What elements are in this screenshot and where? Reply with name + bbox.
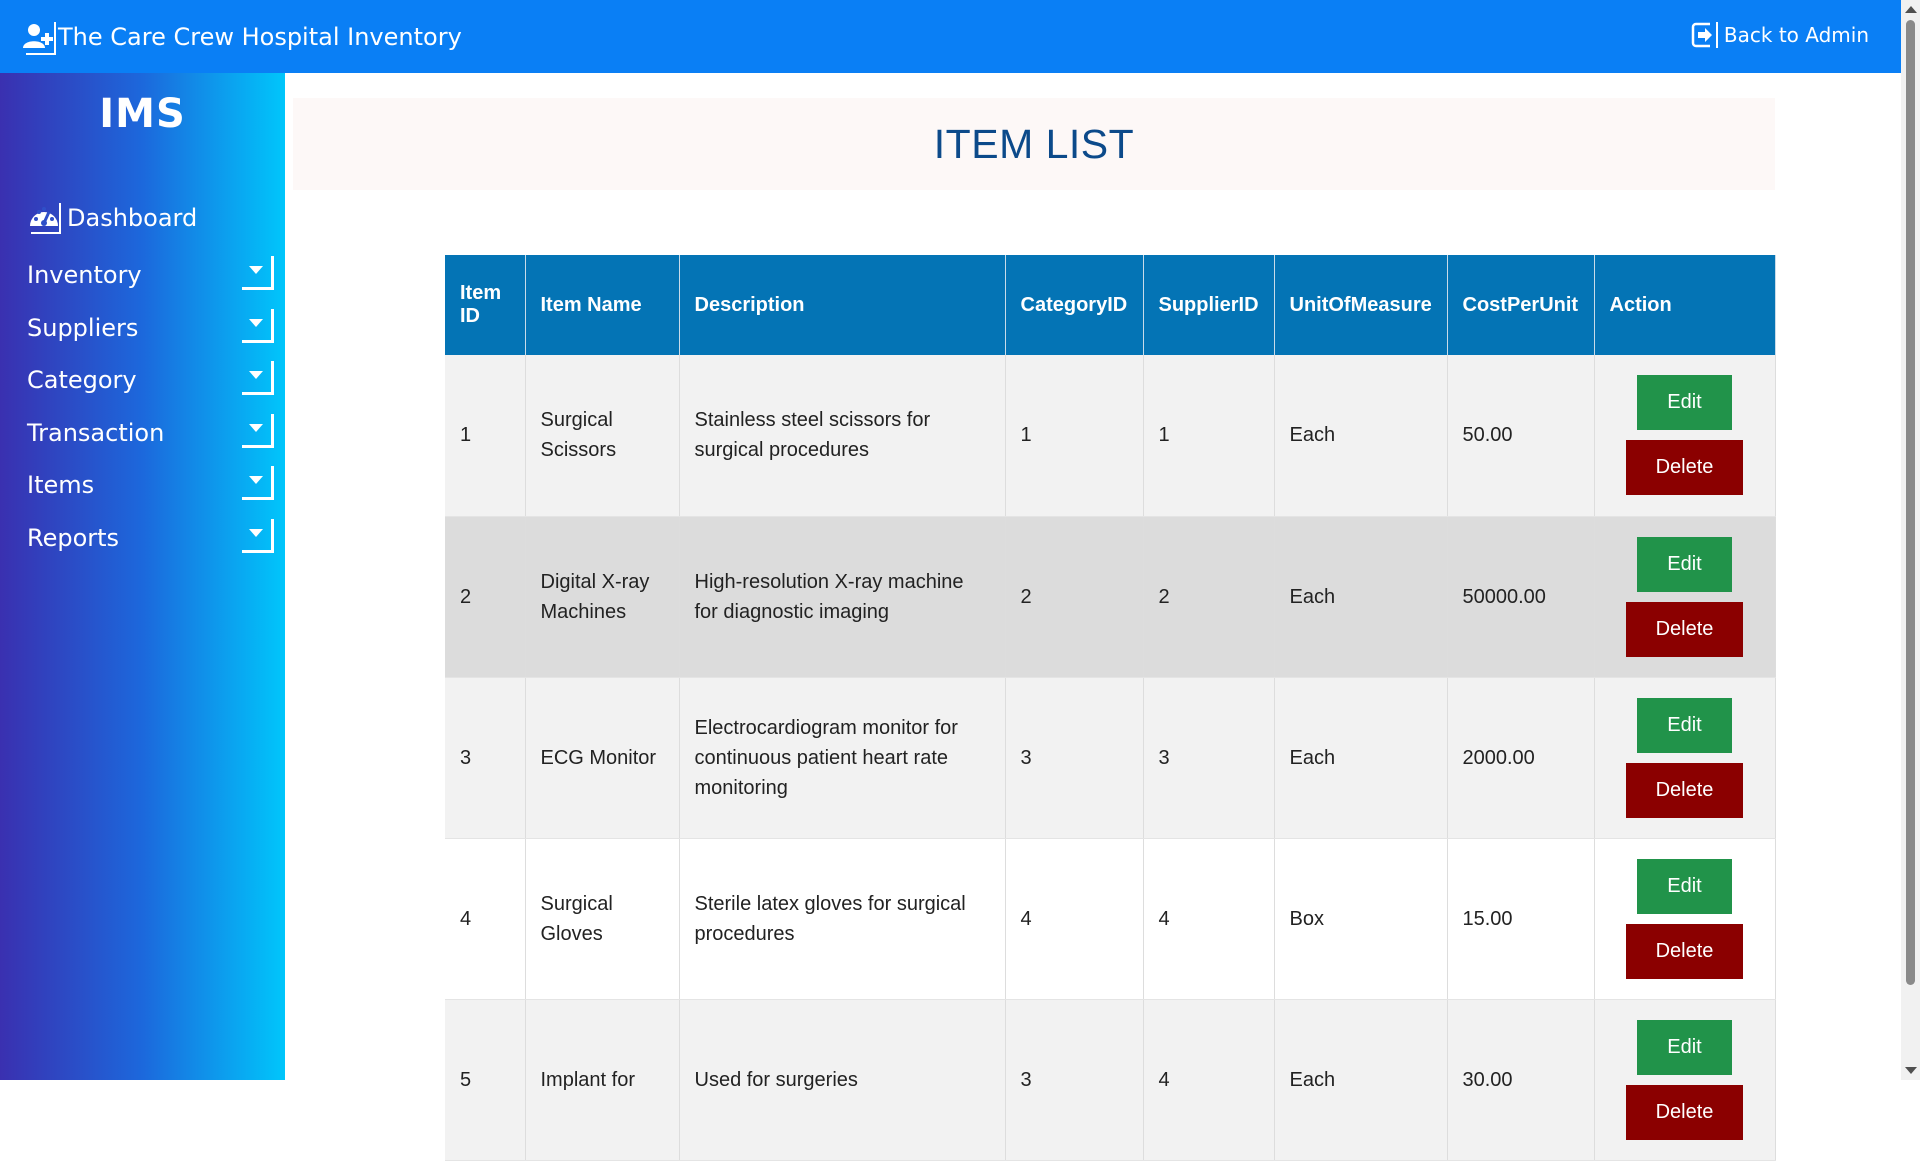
cell-category-id: 2	[1005, 516, 1144, 678]
table-row: 3 ECG Monitor Electrocardiogram monitor …	[445, 677, 1776, 839]
sidebar-item-inventory[interactable]: Inventory	[0, 249, 285, 302]
cell-unit: Box	[1274, 838, 1448, 1000]
brand[interactable]: The Care Crew Hospital Inventory	[20, 18, 462, 56]
cell-category-id: 1	[1005, 355, 1144, 517]
column-header-item-id[interactable]: Item ID	[445, 255, 526, 355]
page-title: ITEM LIST	[933, 121, 1135, 167]
edit-button[interactable]: Edit	[1637, 697, 1732, 753]
sidebar-item-label: Items	[27, 471, 95, 500]
sidebar-item-label: Category	[27, 366, 137, 395]
sidebar-item-category[interactable]: Category	[0, 354, 285, 407]
cell-action: Edit Delete	[1594, 838, 1776, 1000]
items-table: Item ID Item Name Description CategoryID…	[445, 255, 1776, 1161]
caret-down-icon[interactable]	[242, 361, 274, 395]
column-header-cost-per-unit[interactable]: CostPerUnit	[1447, 255, 1595, 355]
sidebar-logo: IMS	[99, 91, 186, 137]
cell-item-name: Surgical Gloves	[525, 838, 680, 1000]
cell-unit: Each	[1274, 516, 1448, 678]
caret-down-icon[interactable]	[242, 518, 274, 553]
scroll-down-arrow-icon[interactable]	[1905, 1067, 1917, 1074]
sidebar-item-label: Suppliers	[27, 313, 139, 342]
app-title: The Care Crew Hospital Inventory	[58, 23, 462, 51]
table-row: 2 Digital X-ray Machines High-resolution…	[445, 516, 1776, 678]
cell-supplier-id: 3	[1143, 677, 1275, 839]
cell-action: Edit Delete	[1594, 677, 1776, 839]
sidebar-item-reports[interactable]: Reports	[0, 512, 285, 565]
back-to-admin-label: Back to Admin	[1723, 23, 1869, 47]
cell-action: Edit Delete	[1594, 516, 1776, 678]
cell-unit: Each	[1274, 355, 1448, 517]
sidebar-item-label: Dashboard	[67, 204, 198, 232]
cell-description: Sterile latex gloves for surgical proced…	[679, 838, 1006, 1000]
cell-item-id: 1	[445, 355, 526, 517]
column-header-supplier-id[interactable]: SupplierID	[1143, 255, 1275, 355]
sidebar-item-suppliers[interactable]: Suppliers	[0, 302, 285, 355]
cell-category-id: 3	[1005, 677, 1144, 839]
cell-item-id: 2	[445, 516, 526, 678]
cell-supplier-id: 1	[1143, 355, 1275, 517]
sidebar-item-label: Inventory	[27, 261, 142, 290]
cell-description: Electrocardiogram monitor for continuous…	[679, 677, 1006, 839]
cell-item-name: Digital X-ray Machines	[525, 516, 680, 678]
cell-item-id: 3	[445, 677, 526, 839]
sign-out-icon	[1690, 20, 1720, 50]
cell-cost: 50000.00	[1447, 516, 1595, 678]
table-row: 4 Surgical Gloves Sterile latex gloves f…	[445, 838, 1776, 1000]
column-header-item-name[interactable]: Item Name	[525, 255, 680, 355]
page-scrollbar[interactable]	[1901, 0, 1920, 1080]
cell-action: Edit Delete	[1594, 355, 1776, 517]
back-to-admin-link[interactable]: Back to Admin	[1690, 20, 1869, 50]
cell-description: Stainless steel scissors for surgical pr…	[679, 355, 1006, 517]
top-navbar: The Care Crew Hospital Inventory Back to…	[0, 0, 1901, 73]
column-header-action: Action	[1594, 255, 1776, 355]
column-header-description[interactable]: Description	[679, 255, 1006, 355]
caret-down-icon[interactable]	[242, 308, 274, 343]
cell-cost: 2000.00	[1447, 677, 1595, 839]
sidebar-menu: Inventory Suppliers Category Transaction…	[0, 249, 285, 564]
cell-item-id: 4	[445, 838, 526, 1000]
column-header-unit-of-measure[interactable]: UnitOfMeasure	[1274, 255, 1448, 355]
delete-button[interactable]: Delete	[1626, 762, 1743, 818]
cell-description: High-resolution X-ray machine for diagno…	[679, 516, 1006, 678]
cell-cost: 15.00	[1447, 838, 1595, 1000]
edit-button[interactable]: Edit	[1637, 375, 1732, 431]
tachometer-icon	[27, 201, 61, 235]
caret-down-icon[interactable]	[242, 256, 274, 290]
sidebar-item-items[interactable]: Items	[0, 459, 285, 512]
scrollbar-thumb[interactable]	[1906, 20, 1915, 985]
cell-item-name: ECG Monitor	[525, 677, 680, 839]
sidebar-item-label: Reports	[27, 523, 120, 552]
caret-down-icon[interactable]	[242, 466, 274, 500]
cell-unit: Each	[1274, 677, 1448, 839]
delete-button[interactable]: Delete	[1626, 923, 1743, 979]
cell-cost: 50.00	[1447, 355, 1595, 517]
cell-supplier-id: 2	[1143, 516, 1275, 678]
delete-button[interactable]: Delete	[1626, 1084, 1743, 1140]
sidebar-item-label: Transaction	[27, 418, 165, 447]
edit-button[interactable]: Edit	[1637, 536, 1732, 592]
cell-item-name: Surgical Scissors	[525, 355, 680, 517]
edit-button[interactable]: Edit	[1637, 1019, 1732, 1075]
table-header-row: Item ID Item Name Description CategoryID…	[445, 255, 1776, 355]
cell-supplier-id: 4	[1143, 838, 1275, 1000]
edit-button[interactable]: Edit	[1637, 858, 1732, 914]
delete-button[interactable]: Delete	[1626, 440, 1743, 496]
caret-down-icon[interactable]	[242, 413, 274, 448]
cell-category-id: 4	[1005, 838, 1144, 1000]
table-row: 1 Surgical Scissors Stainless steel scis…	[445, 355, 1776, 517]
user-plus-icon	[20, 18, 58, 56]
sidebar-item-transaction[interactable]: Transaction	[0, 407, 285, 460]
column-header-category-id[interactable]: CategoryID	[1005, 255, 1144, 355]
sidebar-item-dashboard[interactable]: Dashboard	[27, 201, 197, 235]
sidebar: IMS Dashboard Inventory Suppliers Catego…	[0, 73, 285, 1080]
page-title-box: ITEM LIST	[293, 98, 1775, 190]
delete-button[interactable]: Delete	[1626, 601, 1743, 657]
scroll-up-arrow-icon[interactable]	[1905, 6, 1917, 13]
